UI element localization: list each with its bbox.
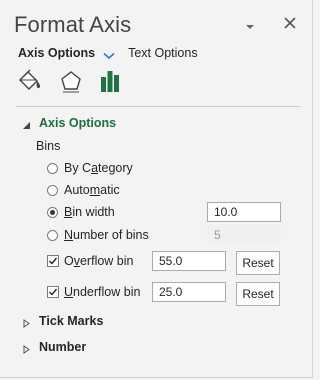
radio-button-selected[interactable] [47,206,58,218]
collapse-triangle-icon [22,119,31,129]
chevron-down-icon[interactable] [103,49,115,60]
pane-title: Format Axis [14,12,132,37]
section-axis-options-label: Axis Options [39,116,117,130]
format-category-tabs [16,68,300,96]
section-number-label: Number [39,340,87,354]
radio-button[interactable] [47,229,58,241]
bin-width-input[interactable]: 10.0 [207,202,281,222]
pentagon-effects-icon[interactable] [58,68,90,96]
radio-bin-width[interactable]: Bin width [47,204,115,220]
overflow-bin-checkbox[interactable] [47,255,59,267]
overflow-bin-label: Overflow bin [64,254,134,268]
radio-number-of-bins[interactable]: Number of bins [47,227,149,243]
close-icon[interactable] [283,16,297,30]
underflow-bin-option[interactable]: Underflow bin [47,284,140,300]
fill-bucket-icon[interactable] [16,68,48,96]
bar-chart-icon[interactable] [98,68,130,96]
option-tabs: Axis Options Text Options [18,46,198,60]
radio-button[interactable] [47,184,58,196]
radio-label: Bin width [64,205,115,219]
radio-label: Number of bins [64,228,149,242]
underflow-bin-checkbox[interactable] [47,286,59,298]
expand-triangle-icon [22,343,31,354]
tab-text-options[interactable]: Text Options [128,46,197,60]
section-number[interactable]: Number [22,340,86,354]
expand-triangle-icon [22,317,31,328]
radio-button[interactable] [47,162,58,174]
overflow-bin-input[interactable]: 55.0 [152,251,226,271]
overflow-reset-button[interactable]: Reset [236,251,280,275]
overflow-bin-option[interactable]: Overflow bin [47,253,133,269]
section-tick-marks-label: Tick Marks [39,314,104,328]
radio-by-category[interactable]: By Category [47,160,133,176]
radio-automatic[interactable]: Automatic [47,182,120,198]
format-axis-pane: Format Axis Axis Options Text Options Ax… [0,0,313,378]
underflow-bin-input[interactable]: 25.0 [152,282,226,302]
radio-label: Automatic [64,183,120,197]
bins-label: Bins [36,139,61,153]
tab-divider [16,106,300,107]
pane-options-dropdown-icon[interactable] [243,19,257,29]
number-of-bins-input: 5 [207,225,281,245]
tab-axis-options[interactable]: Axis Options [18,46,95,60]
underflow-bin-label: Underflow bin [64,285,141,299]
underflow-reset-button[interactable]: Reset [236,282,280,306]
radio-label: By Category [64,161,133,175]
section-tick-marks[interactable]: Tick Marks [22,314,103,328]
section-axis-options[interactable]: Axis Options [22,116,116,130]
